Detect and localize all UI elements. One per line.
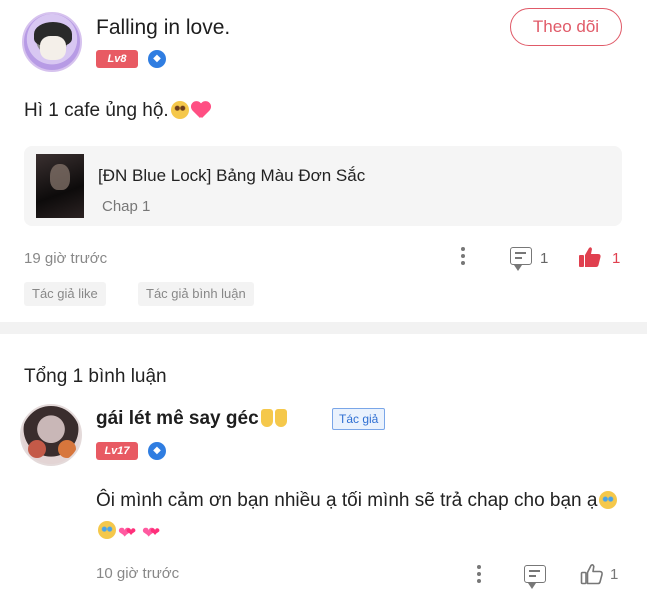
author-avatar[interactable] [22, 12, 82, 72]
crying-face-icon [599, 491, 618, 509]
story-cover [36, 154, 84, 218]
reply-text: Ôi mình cảm ơn bạn nhiều ạ tối mình sẽ t… [96, 490, 598, 511]
hand-emoji-icon [260, 409, 273, 427]
tag-author-commented: Tác giả bình luận [138, 282, 254, 306]
author-name[interactable]: Falling in love. [96, 16, 230, 40]
story-card[interactable]: [ĐN Blue Lock] Bảng Màu Đơn Sắc Chap 1 [24, 146, 622, 226]
avatar-figure-right [58, 440, 76, 458]
tag-author-liked: Tác giả like [24, 282, 106, 306]
thumbs-up-filled-icon[interactable] [578, 246, 602, 268]
post-text: Hì 1 cafe ủng hộ. [24, 100, 169, 121]
heart-icon [191, 101, 211, 119]
like-count: 1 [612, 250, 621, 267]
thumbs-up-outline-icon[interactable] [580, 563, 604, 585]
reply-comment-icon[interactable] [524, 565, 546, 589]
post-card: Falling in love. Lv8 ◆ Theo dõi Hì 1 caf… [0, 0, 647, 322]
avatar-face [40, 36, 66, 60]
comment-icon[interactable] [510, 247, 532, 271]
post-content: Hì 1 cafe ủng hộ. [24, 100, 211, 122]
follow-button[interactable]: Theo dõi [510, 8, 622, 46]
reply-time: 10 giờ trước [96, 565, 180, 582]
more-options-icon[interactable] [460, 244, 466, 268]
avatar-figure-left [28, 440, 46, 458]
comment-total: Tổng 1 bình luận [24, 366, 167, 387]
section-divider [0, 322, 647, 334]
story-chapter: Chap 1 [102, 198, 151, 215]
hand-emoji-icon [274, 409, 287, 427]
pleading-face-icon [170, 101, 189, 119]
verified-shield-icon: ◆ [148, 442, 166, 460]
two-hearts-icon [118, 517, 140, 549]
reply-author-avatar[interactable] [20, 404, 82, 466]
verified-shield-icon: ◆ [148, 50, 166, 68]
comment-count: 1 [540, 250, 549, 267]
more-options-icon[interactable] [476, 562, 482, 586]
post-time: 19 giờ trước [24, 250, 108, 267]
reply-content: Ôi mình cảm ơn bạn nhiều ạ tối mình sẽ t… [96, 486, 626, 549]
reply-like-count: 1 [610, 566, 619, 583]
reply-author-text: gái lét mê say géc [96, 408, 259, 429]
author-badge: Tác giả [332, 408, 386, 430]
crying-face-icon [98, 521, 116, 539]
level-badge: Lv8 [96, 50, 138, 68]
reply-author-name[interactable]: gái lét mê say géc [96, 408, 287, 430]
reply-level-badge: Lv17 [96, 442, 138, 460]
story-title: [ĐN Blue Lock] Bảng Màu Đơn Sắc [98, 166, 366, 185]
two-hearts-icon [142, 517, 164, 549]
